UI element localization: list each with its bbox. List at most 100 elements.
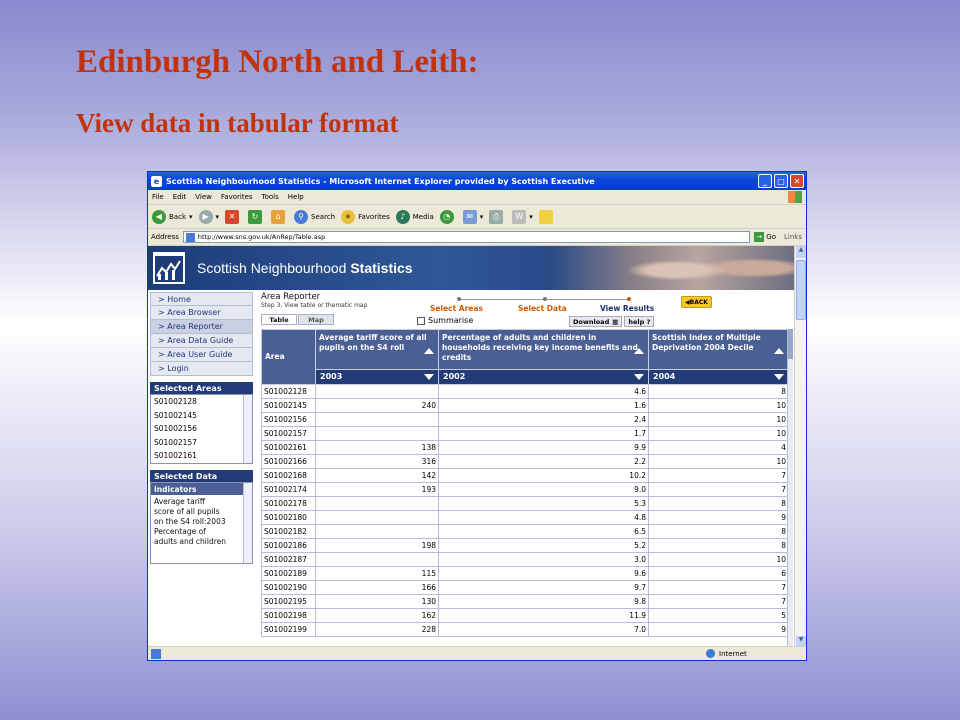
year-header-simd[interactable]: 2004	[648, 369, 789, 385]
mail-button[interactable]: ✉ ▾	[462, 209, 484, 224]
area-code-cell[interactable]: S01002156	[261, 412, 316, 427]
summarise-toggle[interactable]: Summarise	[417, 316, 473, 325]
selected-data-scrollbar[interactable]	[243, 483, 252, 563]
edit-dropdown-icon[interactable]: ▾	[529, 213, 533, 221]
area-code-cell[interactable]: S01002195	[261, 594, 316, 609]
area-code-cell[interactable]: S01002166	[261, 454, 316, 469]
table-scrollbar[interactable]	[787, 329, 793, 648]
help-button[interactable]: help ?	[624, 316, 655, 327]
area-code-cell[interactable]: S01002157	[261, 426, 316, 441]
value-cell: 115	[315, 566, 439, 581]
scroll-thumb[interactable]	[796, 260, 806, 320]
back-nav-button[interactable]: ◀ BACK	[681, 296, 712, 308]
sort-up-icon[interactable]	[424, 348, 434, 354]
minimize-button[interactable]: _	[758, 174, 772, 188]
edit-button[interactable]: W ▾	[512, 209, 533, 224]
go-button[interactable]: → Go	[754, 232, 776, 242]
print-button[interactable]: ⎙	[489, 209, 506, 224]
year-header-benefits[interactable]: 2002	[438, 369, 649, 385]
list-item[interactable]: S01002145	[151, 409, 252, 423]
area-code-cell[interactable]: S01002145	[261, 398, 316, 413]
media-button[interactable]: ♪ Media	[395, 209, 434, 224]
close-button[interactable]: ✕	[790, 174, 804, 188]
area-code-cell[interactable]: S01002182	[261, 524, 316, 539]
home-button[interactable]: ⌂	[271, 209, 288, 224]
step-select-areas[interactable]: Select Areas	[430, 304, 483, 313]
area-code-cell[interactable]: S01002178	[261, 496, 316, 511]
nav-login[interactable]: > Login	[150, 362, 253, 376]
tab-map[interactable]: Map	[298, 314, 334, 325]
selected-areas-list[interactable]: S01002128 S01002145 S01002156 S01002157 …	[150, 394, 253, 464]
column-header-tariff[interactable]: Average tariff score of all pupils on th…	[315, 329, 439, 370]
maximize-button[interactable]: □	[774, 174, 788, 188]
data-table: Area Average tariff score of all pupils …	[261, 329, 789, 637]
stop-button[interactable]: ✕	[225, 209, 242, 224]
indicator-text: Average tariff score of all pupils on th…	[154, 497, 227, 546]
nav-area-data-guide[interactable]: > Area Data Guide	[150, 334, 253, 348]
tab-table[interactable]: Table	[261, 314, 297, 325]
slide-subtitle: View data in tabular format	[76, 108, 399, 138]
area-code-cell[interactable]: S01002168	[261, 468, 316, 483]
area-code-cell[interactable]: S01002189	[261, 566, 316, 581]
area-code-cell[interactable]: S01002128	[261, 384, 316, 399]
window-titlebar[interactable]: e Scottish Neighbourhood Statistics - Mi…	[148, 172, 806, 190]
column-header-simd[interactable]: Scottish Index of Multiple Deprivation 2…	[648, 329, 789, 370]
mail-dropdown-icon[interactable]: ▾	[480, 213, 484, 221]
value-cell: 5	[648, 608, 789, 623]
sort-down-icon[interactable]	[424, 374, 434, 380]
history-button[interactable]: ◔	[439, 209, 457, 224]
links-button[interactable]: Links	[784, 233, 802, 241]
address-input[interactable]: http://www.sns.gov.uk/AnRep/Table.asp	[182, 231, 751, 243]
list-item[interactable]: S01002128	[151, 395, 252, 409]
value-cell: 5.2	[438, 538, 649, 553]
selected-data-list[interactable]: Indicators Average tariff score of all p…	[150, 482, 253, 564]
menu-file[interactable]: File	[152, 193, 164, 201]
sort-up-icon[interactable]	[774, 348, 784, 354]
menu-favorites[interactable]: Favorites	[221, 193, 253, 201]
sort-up-icon[interactable]	[634, 348, 644, 354]
value-cell: 1.7	[438, 426, 649, 441]
list-item[interactable]: S01002157	[151, 436, 252, 450]
nav-area-reporter[interactable]: > Area Reporter	[150, 320, 253, 334]
year-header-tariff[interactable]: 2003	[315, 369, 439, 385]
value-cell: 8	[648, 384, 789, 399]
selected-areas-scrollbar[interactable]	[243, 395, 252, 463]
area-code-cell[interactable]: S01002199	[261, 622, 316, 637]
forward-dropdown-icon[interactable]: ▾	[216, 213, 220, 221]
area-code-cell[interactable]: S01002161	[261, 440, 316, 455]
back-button[interactable]: ◀ Back ▾	[152, 209, 193, 224]
area-code-cell[interactable]: S01002190	[261, 580, 316, 595]
area-code-cell[interactable]: S01002187	[261, 552, 316, 567]
refresh-button[interactable]: ↻	[248, 209, 265, 224]
area-code-cell[interactable]: S01002186	[261, 538, 316, 553]
favorites-button[interactable]: ★ Favorites	[341, 209, 390, 224]
search-button[interactable]: ⚲ Search	[294, 209, 335, 224]
step-select-data[interactable]: Select Data	[518, 304, 567, 313]
area-code-cell[interactable]: S01002174	[261, 482, 316, 497]
column-header-benefits[interactable]: Percentage of adults and children in hou…	[438, 329, 649, 370]
menu-edit[interactable]: Edit	[173, 193, 187, 201]
messenger-button[interactable]	[538, 209, 556, 224]
scroll-up-icon[interactable]: ▲	[796, 246, 806, 258]
nav-area-user-guide[interactable]: > Area User Guide	[150, 348, 253, 362]
back-dropdown-icon[interactable]: ▾	[189, 213, 193, 221]
forward-button[interactable]: ▶ ▾	[198, 209, 220, 224]
area-code-cell[interactable]: S01002198	[261, 608, 316, 623]
menu-view[interactable]: View	[195, 193, 212, 201]
list-item[interactable]: S01002161	[151, 449, 252, 463]
value-cell: 7.0	[438, 622, 649, 637]
download-button[interactable]: Download ▦	[569, 316, 623, 327]
area-code-cell[interactable]: S01002180	[261, 510, 316, 525]
sort-down-icon[interactable]	[634, 374, 644, 380]
sort-down-icon[interactable]	[774, 374, 784, 380]
search-icon: ⚲	[294, 209, 309, 224]
list-item[interactable]: S01002156	[151, 422, 252, 436]
value-cell: 8	[648, 524, 789, 539]
page-scrollbar[interactable]: ▲ ▼	[794, 246, 806, 648]
nav-home[interactable]: > Home	[150, 292, 253, 306]
menu-tools[interactable]: Tools	[262, 193, 279, 201]
indicators-heading: Indicators	[151, 483, 252, 495]
nav-area-browser[interactable]: > Area Browser	[150, 306, 253, 320]
menu-help[interactable]: Help	[288, 193, 304, 201]
summarise-checkbox[interactable]	[417, 316, 425, 325]
